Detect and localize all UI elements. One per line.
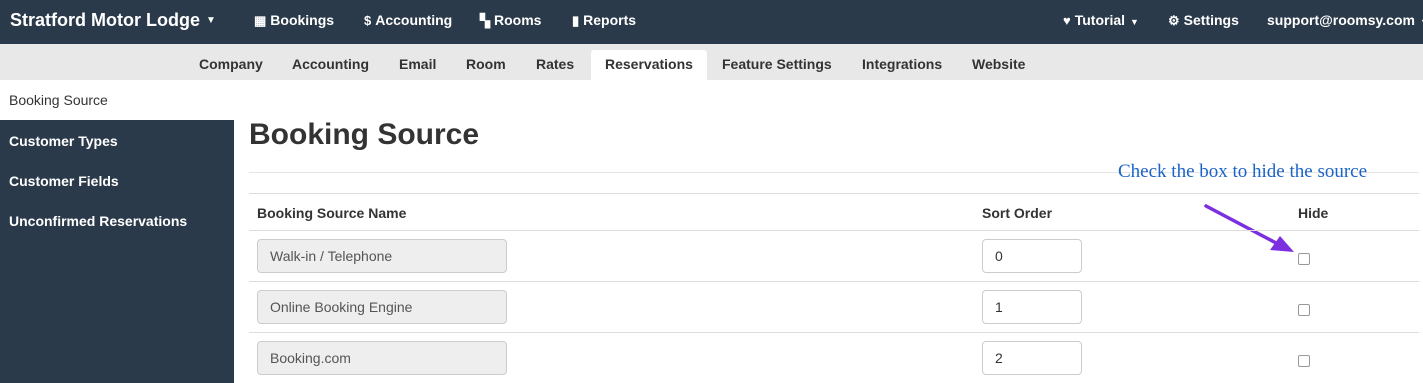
- sidebar-item-booking-source[interactable]: Booking Source: [0, 80, 234, 120]
- account-dropdown[interactable]: support@roomsy.com▼: [1267, 0, 1423, 40]
- bar-chart-icon: ▮: [572, 13, 580, 28]
- tutorial-dropdown[interactable]: ♥ Tutorial ▼: [1063, 0, 1139, 40]
- tutorial-label: Tutorial: [1074, 12, 1126, 28]
- sort-order-field[interactable]: 2: [982, 341, 1082, 375]
- sort-order-field[interactable]: 1: [982, 290, 1082, 324]
- settings-label: Settings: [1183, 12, 1239, 28]
- row-divider: [249, 332, 1419, 333]
- nav-reports-label: Reports: [583, 12, 637, 28]
- row-divider: [249, 281, 1419, 282]
- nav-rooms[interactable]: ▚ Rooms: [480, 0, 541, 40]
- sidebar-item-unconfirmed-reservations[interactable]: Unconfirmed Reservations: [9, 213, 187, 229]
- settings-tabs: Company Accounting Email Room Rates Rese…: [0, 44, 1423, 80]
- tab-company[interactable]: Company: [185, 50, 277, 80]
- header-divider: [249, 230, 1419, 231]
- column-header-sort-order: Sort Order: [982, 205, 1053, 221]
- hide-checkbox[interactable]: [1298, 304, 1310, 316]
- tab-reservations[interactable]: Reservations: [591, 50, 707, 80]
- account-email: support@roomsy.com: [1267, 12, 1415, 28]
- sidebar-item-customer-fields[interactable]: Customer Fields: [9, 173, 119, 189]
- hide-checkbox[interactable]: [1298, 253, 1310, 265]
- nav-reports[interactable]: ▮ Reports: [572, 0, 636, 40]
- brand-name: Stratford Motor Lodge: [10, 10, 200, 30]
- tab-website[interactable]: Website: [958, 50, 1039, 80]
- table-top-border: [249, 193, 1419, 194]
- sidebar: Customer Types Customer Fields Unconfirm…: [0, 120, 234, 383]
- gear-icon: ⚙: [1168, 13, 1180, 28]
- annotation-callout: Check the box to hide the source: [1118, 161, 1368, 182]
- tab-accounting[interactable]: Accounting: [278, 50, 383, 80]
- calendar-icon: ▦: [254, 13, 267, 28]
- brand-dropdown[interactable]: Stratford Motor Lodge ▼: [10, 0, 216, 40]
- sort-order-field[interactable]: 0: [982, 239, 1082, 273]
- column-header-hide: Hide: [1298, 205, 1329, 221]
- chevron-down-icon: ▼: [1130, 17, 1139, 27]
- tab-room[interactable]: Room: [452, 50, 520, 80]
- nav-bookings-label: Bookings: [270, 12, 335, 28]
- hide-checkbox[interactable]: [1298, 355, 1310, 367]
- nav-bookings[interactable]: ▦ Bookings: [254, 0, 334, 40]
- tab-integrations[interactable]: Integrations: [848, 50, 956, 80]
- tab-email[interactable]: Email: [385, 50, 450, 80]
- booking-source-name-field[interactable]: Walk-in / Telephone: [257, 239, 507, 273]
- booking-source-name-field[interactable]: Booking.com: [257, 341, 507, 375]
- column-header-name: Booking Source Name: [257, 205, 407, 221]
- nav-settings[interactable]: ⚙ Settings: [1168, 0, 1239, 40]
- nav-accounting-label: Accounting: [375, 12, 453, 28]
- sidebar-item-customer-types[interactable]: Customer Types: [9, 133, 118, 149]
- dollar-icon: $: [364, 13, 372, 28]
- chevron-down-icon: ▼: [205, 15, 216, 27]
- tab-rates[interactable]: Rates: [522, 50, 588, 80]
- booking-source-name-field[interactable]: Online Booking Engine: [257, 290, 507, 324]
- heart-icon: ♥: [1063, 13, 1071, 28]
- nav-rooms-label: Rooms: [494, 12, 542, 28]
- tab-feature-settings[interactable]: Feature Settings: [708, 50, 846, 80]
- annotation-arrow-icon: [1204, 204, 1294, 252]
- top-navbar: Stratford Motor Lodge ▼ ▦ Bookings $ Accoun…: [0, 0, 1423, 44]
- nav-accounting[interactable]: $ Accounting: [364, 0, 452, 40]
- page-title: Booking Source: [249, 118, 480, 151]
- grid-icon: ▚: [480, 13, 490, 28]
